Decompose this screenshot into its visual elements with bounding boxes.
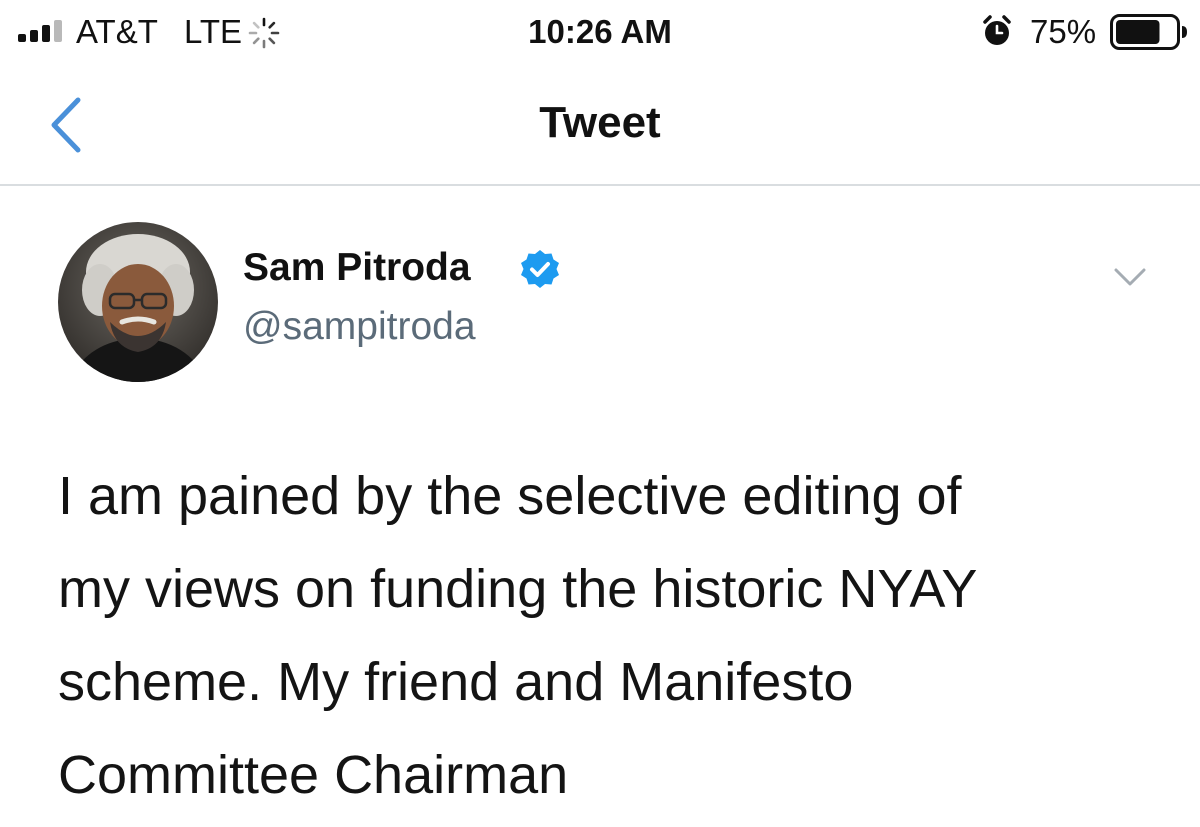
page-title: Tweet	[539, 98, 661, 147]
tweet-text-line: Committee Chairman	[58, 745, 569, 805]
battery-icon	[1110, 14, 1187, 50]
battery-percent: 75%	[1030, 13, 1097, 50]
chevron-down-icon	[1114, 268, 1146, 286]
author-handle[interactable]: @sampitroda	[243, 301, 476, 353]
author-name[interactable]: Sam Pitroda	[243, 242, 471, 294]
avatar[interactable]	[58, 222, 218, 382]
alarm-clock-icon	[983, 15, 1011, 45]
status-time: 10:26 AM	[528, 13, 672, 50]
verified-badge-icon	[521, 250, 559, 288]
tweet-text: I am pained by the selective editing of …	[58, 450, 1168, 822]
more-options-button[interactable]	[1104, 258, 1156, 298]
navigation-bar: Tweet	[0, 64, 1200, 186]
status-bar: AT&T LTE 10:26 AM 75%	[0, 0, 1200, 64]
tweet-text-line: my views on funding the historic NYAY	[58, 559, 978, 619]
tweet-text-line: scheme. My friend and Manifesto	[58, 652, 854, 712]
tweet-text-line: I am pained by the selective editing of	[58, 466, 962, 526]
